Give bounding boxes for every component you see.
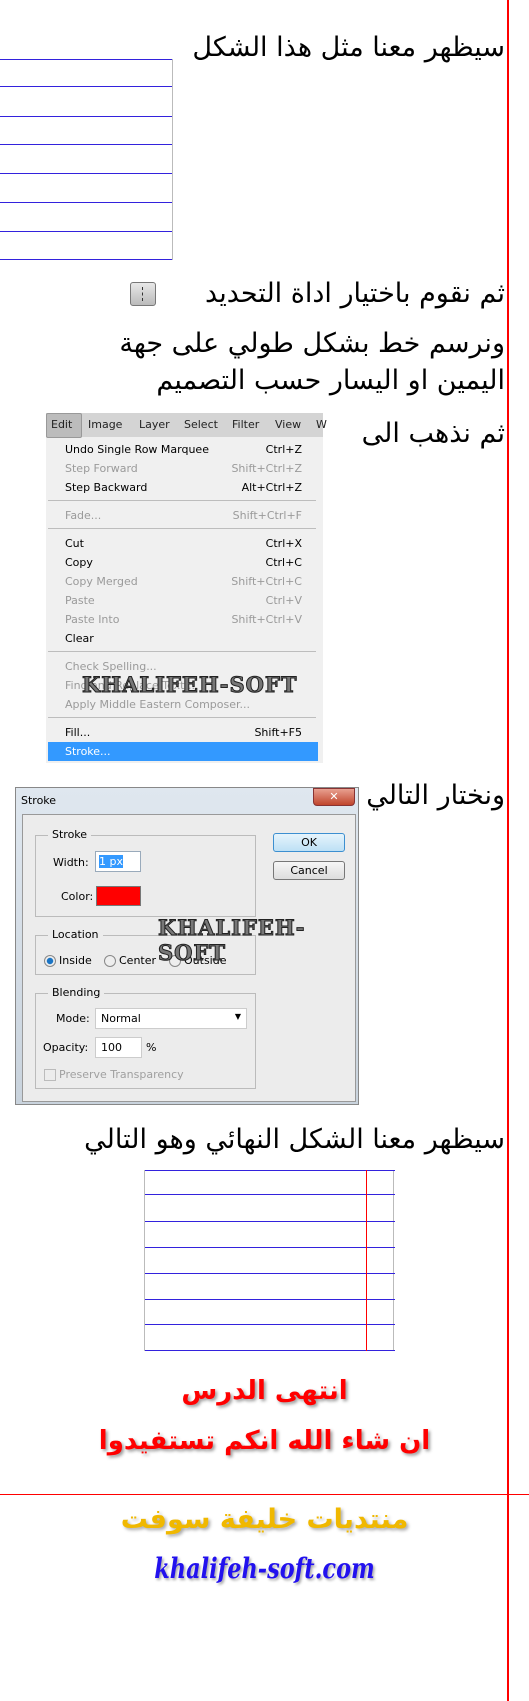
stroke-guide-line	[366, 1170, 367, 1351]
menu-item-label: Cut	[65, 537, 84, 550]
menu-item-label: Paste	[65, 594, 95, 607]
menu-edit[interactable]: Edit	[51, 418, 72, 431]
menu-item-paste-into[interactable]: Paste Into Shift+Ctrl+V	[48, 610, 318, 629]
menu-item-undo-single-row-marquee[interactable]: Undo Single Row Marquee Ctrl+Z	[48, 440, 318, 459]
menu-item-shortcut: Shift+Ctrl+C	[231, 575, 302, 588]
menu-separator	[48, 717, 316, 718]
site-url[interactable]: khalifeh-soft.com	[53, 1552, 476, 1585]
location-group-label: Location	[48, 928, 103, 941]
menu-item-label: Clear	[65, 632, 94, 645]
lined-shape-initial	[0, 59, 173, 260]
single-column-marquee-icon	[130, 282, 156, 306]
blending-group-label: Blending	[48, 986, 105, 999]
step-text-7: سيظهر معنا الشكل النهائي وهو التالي	[84, 1124, 505, 1155]
menu-item-shortcut: Shift+Ctrl+V	[231, 613, 302, 626]
width-label: Width:	[53, 856, 89, 869]
menu-item-shortcut: Ctrl+C	[265, 556, 302, 569]
menu-filter[interactable]: Filter	[232, 418, 259, 431]
close-button[interactable]: ✕	[313, 788, 355, 806]
menu-item-step-forward[interactable]: Step Forward Shift+Ctrl+Z	[48, 459, 318, 478]
menu-item-shortcut: Ctrl+Z	[265, 443, 302, 456]
menu-item-paste[interactable]: Paste Ctrl+V	[48, 591, 318, 610]
opacity-input[interactable]: 100	[95, 1037, 142, 1058]
step-text-6: ونختار التالي	[366, 780, 505, 811]
step-text-5: ثم نذهب الى	[361, 418, 505, 449]
menu-separator	[48, 500, 316, 501]
red-guide-horizontal	[0, 1494, 529, 1495]
watermark-logo: KHALIFEH-SOFT	[81, 672, 298, 698]
radio-center[interactable]: Center	[104, 954, 156, 967]
stroke-dialog: Stroke ✕ Stroke Width: 1 px Color: Locat…	[15, 787, 359, 1105]
menu-item-label: Copy	[65, 556, 93, 569]
dialog-title: Stroke	[21, 794, 57, 807]
width-value: 1 px	[99, 855, 123, 868]
radio-inside[interactable]: Inside	[44, 954, 92, 967]
menu-item-label: Fill...	[65, 726, 91, 739]
menu-item-shortcut: Shift+Ctrl+Z	[231, 462, 302, 475]
menu-item-fade[interactable]: Fade... Shift+Ctrl+F	[48, 506, 318, 525]
stroke-group: Stroke Width: 1 px Color:	[35, 828, 256, 917]
menu-item-label: Undo Single Row Marquee	[65, 443, 209, 456]
menu-item-copy-merged[interactable]: Copy Merged Shift+Ctrl+C	[48, 572, 318, 591]
closing-wish-text: ان شاء الله انكم تستفيدوا	[98, 1426, 431, 1456]
chevron-down-icon: ▼	[234, 1012, 241, 1021]
menu-item-label: Apply Middle Eastern Composer...	[65, 698, 251, 711]
menu-window[interactable]: W	[316, 418, 327, 431]
menu-separator	[48, 528, 316, 529]
menu-item-stroke[interactable]: Stroke...	[48, 742, 318, 761]
color-label: Color:	[61, 890, 94, 903]
menu-item-label: Paste Into	[65, 613, 120, 626]
width-input[interactable]: 1 px	[95, 851, 141, 872]
stroke-group-label: Stroke	[48, 828, 92, 841]
forum-name: منتديات خليفة سوفت	[120, 1504, 409, 1535]
cancel-button[interactable]: Cancel	[273, 861, 345, 880]
menu-item-cut[interactable]: Cut Ctrl+X	[48, 534, 318, 553]
step-text-4: اليمين او اليسار حسب التصميم	[156, 365, 505, 396]
opacity-label: Opacity:	[43, 1041, 89, 1054]
blending-group: Blending Mode: Normal ▼ Opacity: 100 % P…	[35, 986, 256, 1089]
menu-item-label: Step Backward	[65, 481, 148, 494]
color-swatch[interactable]	[96, 886, 141, 906]
menu-item-label: Step Forward	[65, 462, 138, 475]
menu-layer[interactable]: Layer	[139, 418, 170, 431]
mode-label: Mode:	[56, 1012, 90, 1025]
page: سيظهر معنا مثل هذا الشكل ثم نقوم باختيار…	[0, 0, 529, 1701]
menu-item-shortcut: Alt+Ctrl+Z	[241, 481, 302, 494]
menu-select[interactable]: Select	[184, 418, 218, 431]
menu-item-fill[interactable]: Fill... Shift+F5	[48, 723, 318, 742]
preserve-transparency-checkbox[interactable]: Preserve Transparency	[44, 1068, 184, 1081]
menu-item-clear[interactable]: Clear	[48, 629, 318, 648]
step-text-1: سيظهر معنا مثل هذا الشكل	[192, 32, 505, 63]
menu-item-shortcut: Ctrl+X	[265, 537, 302, 550]
menu-item-label: Stroke...	[65, 745, 111, 758]
menu-separator	[48, 651, 316, 652]
menu-item-label: Fade...	[65, 509, 102, 522]
mode-select[interactable]: Normal ▼	[95, 1008, 247, 1029]
watermark-logo: KHALIFEH-SOFT	[158, 915, 306, 966]
step-text-3: ونرسم خط بشكل طولي على جهة	[119, 328, 505, 359]
ok-button[interactable]: OK	[273, 833, 345, 852]
edit-menu-screenshot: Edit Image Layer Select Filter View W Un…	[46, 413, 327, 763]
menu-item-shortcut: Shift+F5	[254, 726, 302, 739]
opacity-unit: %	[146, 1041, 157, 1054]
step-text-2: ثم نقوم باختيار اداة التحديد	[205, 278, 505, 309]
menu-item-apply-middle-eastern-composer[interactable]: Apply Middle Eastern Composer...	[48, 695, 318, 714]
menu-view[interactable]: View	[275, 418, 301, 431]
menu-image[interactable]: Image	[88, 418, 122, 431]
menu-item-copy[interactable]: Copy Ctrl+C	[48, 553, 318, 572]
menu-item-shortcut: Shift+Ctrl+F	[232, 509, 302, 522]
menu-item-shortcut: Ctrl+V	[265, 594, 302, 607]
lesson-end-text: انتهى الدرس	[181, 1376, 348, 1406]
menu-item-step-backward[interactable]: Step Backward Alt+Ctrl+Z	[48, 478, 318, 497]
lined-shape-final	[144, 1170, 395, 1351]
menu-item-label: Copy Merged	[65, 575, 138, 588]
menu-bar: Edit Image Layer Select Filter View W	[46, 413, 327, 438]
